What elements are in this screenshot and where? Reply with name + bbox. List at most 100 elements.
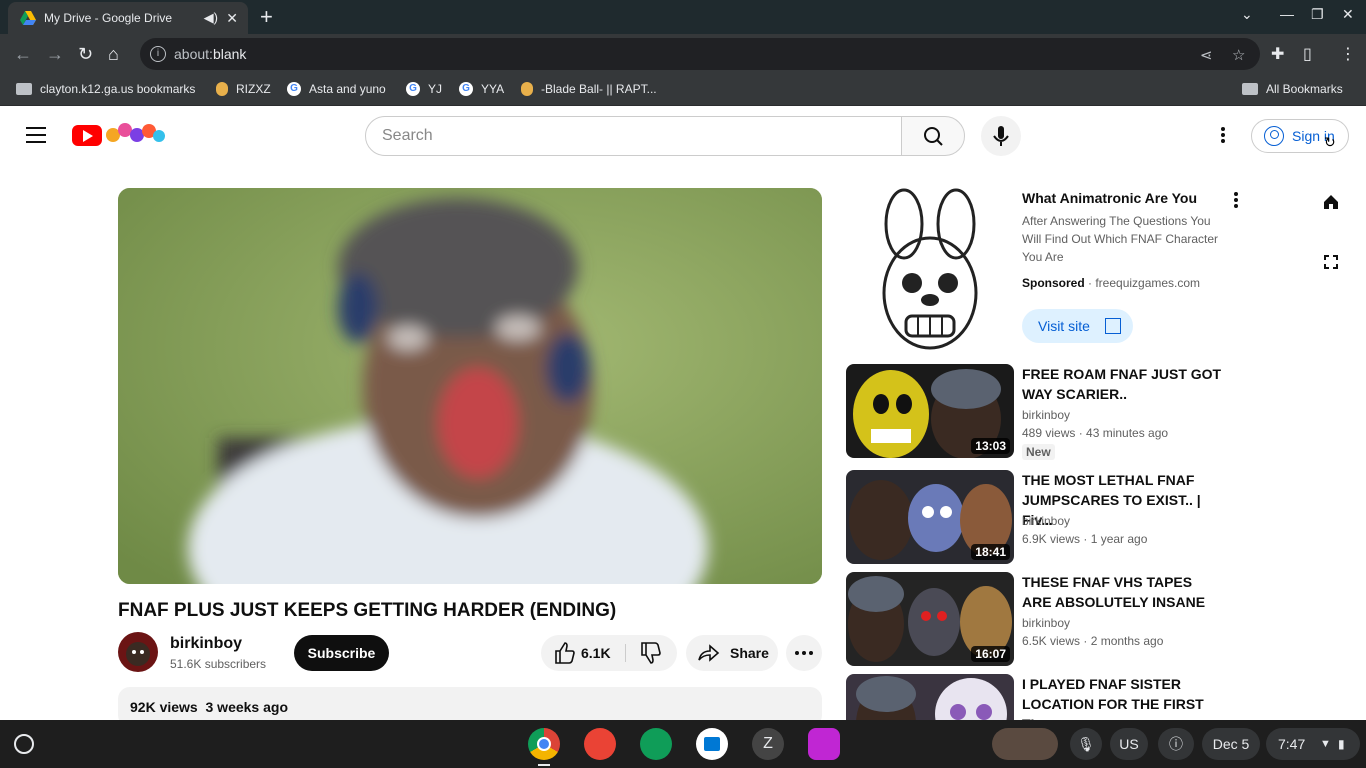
voice-search-button[interactable] (981, 116, 1021, 156)
video-player[interactable] (118, 188, 822, 584)
channel-name[interactable]: birkinboy (170, 635, 242, 653)
notification-icon[interactable]: ⓘ (1158, 728, 1194, 760)
mute-tab-icon[interactable]: ◀︎) (204, 10, 218, 26)
bookmark-item[interactable]: G YJ (406, 82, 442, 96)
status-tray[interactable]: 7:47 ▼ ▮ (1266, 728, 1360, 760)
more-horizontal-icon (795, 651, 813, 655)
browser-tab[interactable]: My Drive - Google Drive ◀︎) ✕ (8, 2, 248, 34)
address-bar[interactable]: i about:blank ⋖ ☆ (140, 38, 1260, 70)
user-icon (1264, 126, 1284, 146)
thumbs-down-icon (641, 642, 661, 664)
outlook-app-icon[interactable] (696, 728, 728, 760)
close-tab-icon[interactable]: ✕ (226, 10, 238, 27)
ad-thumbnail[interactable] (846, 188, 1014, 356)
recommended-video[interactable]: 13:03 FREE ROAM FNAF JUST GOT WAY SCARIE… (846, 364, 1226, 460)
new-tab-button[interactable]: + (260, 4, 273, 30)
tab-search-icon[interactable]: ⌄ (1241, 6, 1253, 23)
media-tray[interactable] (992, 728, 1058, 760)
share-label: Share (730, 645, 769, 661)
menu-icon[interactable] (26, 127, 46, 143)
video-thumbnail[interactable]: 16:07 (846, 572, 1014, 666)
sticker-app-icon[interactable] (808, 728, 840, 760)
video-duration: 13:03 (971, 438, 1010, 454)
chrome-app-icon[interactable] (528, 728, 560, 760)
share-icon[interactable]: ⋖ (1200, 46, 1213, 64)
recommended-title[interactable]: THESE FNAF VHS TAPES ARE ABSOLUTELY INSA… (1022, 572, 1222, 612)
subscriber-count: 51.6K subscribers (170, 657, 267, 671)
recommended-title[interactable]: I PLAYED FNAF SISTER LOCATION FOR THE FI… (1022, 674, 1222, 720)
recommended-channel[interactable]: birkinboy (1022, 514, 1070, 528)
search-button[interactable] (901, 116, 965, 156)
settings-menu-icon[interactable] (1213, 125, 1233, 145)
view-count: 92K views (130, 699, 198, 715)
like-divider (625, 644, 626, 662)
like-count[interactable]: 6.1K (581, 635, 611, 671)
bookmark-label: All Bookmarks (1266, 82, 1343, 96)
recommended-title[interactable]: FREE ROAM FNAF JUST GOT WAY SCARIER.. (1022, 364, 1222, 404)
classroom-app-icon[interactable] (640, 728, 672, 760)
back-icon[interactable]: ← (14, 44, 32, 65)
maximize-window-button[interactable]: ❐ (1311, 6, 1324, 23)
youtube-doodle-icon[interactable] (105, 121, 165, 147)
forward-icon[interactable]: → (46, 44, 64, 65)
like-button[interactable] (553, 635, 575, 684)
chrome-menu-icon[interactable]: ⋮ (1340, 44, 1356, 64)
battery-icon: ▮ (1338, 737, 1345, 751)
home-icon[interactable]: ⌂ (108, 44, 119, 65)
channel-avatar[interactable] (118, 632, 158, 672)
recommended-video[interactable]: 16:07 THESE FNAF VHS TAPES ARE ABSOLUTEL… (846, 572, 1226, 666)
browser-tabbar: My Drive - Google Drive ◀︎) ✕ + ⌄ — ❐ ✕ (0, 0, 1366, 34)
side-panel-icon[interactable]: ▯ (1303, 44, 1312, 64)
bookmark-item[interactable]: clayton.k12.ga.us bookmarks (16, 82, 195, 96)
video-thumbnail[interactable]: 18:41 (846, 470, 1014, 564)
fullscreen-icon[interactable] (1324, 255, 1338, 269)
subscribe-button[interactable]: Subscribe (294, 635, 389, 671)
search-icon (924, 127, 943, 146)
bookmark-item[interactable]: RIZXZ (216, 82, 271, 96)
bookmark-label: YYA (481, 82, 505, 96)
recommended-channel[interactable]: birkinboy (1022, 616, 1070, 630)
home-icon[interactable] (1322, 193, 1340, 211)
video-thumbnail[interactable]: 13:03 (846, 364, 1014, 458)
z-app-icon[interactable]: Z (752, 728, 784, 760)
video-thumbnail[interactable] (846, 674, 1014, 720)
video-duration: 16:07 (971, 646, 1010, 662)
recommended-channel[interactable]: birkinboy (1022, 408, 1070, 422)
thumbs-up-icon (555, 642, 575, 664)
bookmark-label: clayton.k12.ga.us bookmarks (40, 82, 196, 96)
ad-sponsor-line: Sponsored · freequizgames.com (1022, 276, 1201, 290)
all-bookmarks-button[interactable]: All Bookmarks (1242, 82, 1343, 96)
google-icon: G (406, 82, 420, 96)
extensions-icon[interactable]: ✚ (1271, 44, 1284, 64)
date-indicator[interactable]: Dec 5 (1202, 728, 1260, 760)
recommended-video[interactable]: I PLAYED FNAF SISTER LOCATION FOR THE FI… (846, 674, 1226, 720)
bookmark-label: YJ (428, 82, 443, 96)
visit-site-button[interactable]: Visit site (1022, 309, 1133, 343)
ad-title[interactable]: What Animatronic Are You (1022, 190, 1197, 206)
youtube-logo-icon[interactable] (72, 125, 102, 146)
search-input[interactable]: Search (365, 116, 902, 156)
new-badge: New (1022, 444, 1055, 460)
bookmark-item[interactable]: -Blade Ball- || RAPT... (521, 82, 657, 96)
recommended-video[interactable]: 18:41 THE MOST LETHAL FNAF JUMPSCARES TO… (846, 470, 1226, 564)
minimize-window-button[interactable]: — (1280, 6, 1294, 22)
share-button[interactable]: Share (686, 635, 778, 671)
site-info-icon[interactable]: i (150, 46, 166, 62)
bookmark-label: Asta and yuno (309, 82, 386, 96)
canvas-app-icon[interactable] (584, 728, 616, 760)
dislike-button[interactable] (639, 635, 661, 684)
microphone-tray-icon[interactable]: 🎙 (1070, 728, 1102, 760)
folder-icon (1242, 83, 1258, 95)
ime-indicator[interactable]: US (1110, 728, 1148, 760)
more-actions-button[interactable] (786, 635, 822, 671)
bookmark-item[interactable]: G YYA (459, 82, 504, 96)
bookmark-item[interactable]: G Asta and yuno (287, 82, 386, 96)
close-window-button[interactable]: ✕ (1342, 6, 1354, 23)
launcher-icon[interactable] (14, 734, 34, 754)
like-dislike-group: 6.1K (541, 635, 677, 671)
bookmark-star-icon[interactable]: ☆ (1232, 46, 1245, 64)
ad-menu-icon[interactable] (1228, 190, 1244, 210)
reload-icon[interactable]: ↻ (78, 44, 93, 65)
video-frame (118, 188, 822, 584)
bookmark-label: -Blade Ball- || RAPT... (541, 82, 657, 96)
